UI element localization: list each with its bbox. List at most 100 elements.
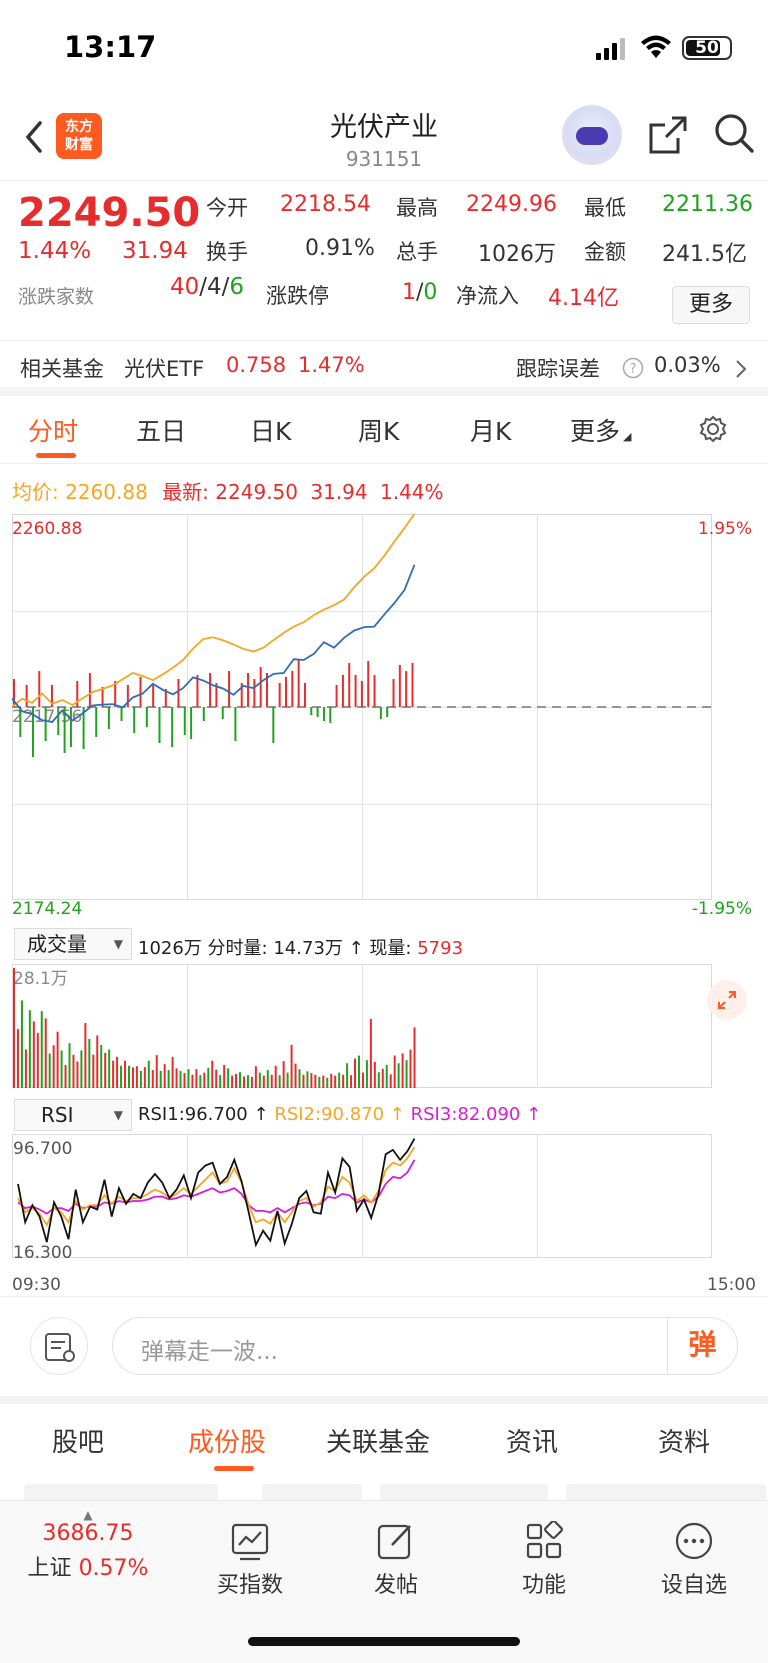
volume-bar — [314, 1074, 317, 1088]
price-axis-top: 2260.88 — [12, 519, 82, 539]
volume-bar — [215, 1069, 218, 1088]
volume-bar — [199, 1075, 202, 1088]
volume-bar — [286, 1072, 289, 1088]
volume-bar — [250, 1076, 253, 1088]
assistant-robot-icon[interactable] — [562, 105, 622, 165]
volume-bar — [385, 1064, 388, 1088]
volume-bar — [365, 1060, 368, 1088]
volume-bar — [48, 1053, 51, 1088]
volume-now-value: 5793 — [417, 938, 464, 959]
volume-bar — [104, 1052, 107, 1088]
danmaku-input[interactable]: 弹幕走一波... 弹 — [112, 1317, 738, 1375]
expand-icon[interactable] — [707, 980, 747, 1020]
volume-bar — [397, 1063, 400, 1088]
volume-bar — [258, 1072, 261, 1088]
indicator-select-rsi[interactable]: RSI ▼ — [14, 1099, 132, 1131]
volume-bar — [151, 1070, 154, 1088]
fund-price: 0.758 — [226, 353, 287, 377]
intraday-price-chart[interactable]: 2260.88 2217.56 2174.24 1.95% -1.95% — [12, 514, 756, 922]
volume-bar — [92, 1054, 95, 1088]
volume-bar — [112, 1060, 115, 1088]
volume-axis-max: 28.1万 — [13, 969, 68, 989]
volume-bar — [64, 1064, 67, 1088]
rsi-chart[interactable]: 96.700 16.300 09:30 15:00 — [12, 1134, 756, 1296]
share-icon[interactable] — [646, 113, 690, 157]
volume-bar — [175, 1068, 178, 1088]
volume-bar — [413, 1027, 416, 1088]
functions-button[interactable]: 功能 — [494, 1521, 594, 1599]
volume-bar — [354, 1058, 357, 1088]
volume-bar — [369, 1018, 372, 1088]
volume-bar — [179, 1070, 182, 1088]
avg-price-line — [12, 514, 416, 708]
volume-bar — [195, 1069, 198, 1088]
danmaku-toggle-button[interactable]: 弹 — [667, 1318, 737, 1374]
tab-monthly-k[interactable]: 月K — [470, 412, 511, 448]
price-lines — [12, 514, 416, 723]
volume-bar — [294, 1063, 297, 1088]
volume-bar — [167, 1070, 170, 1088]
volume-bar — [203, 1072, 206, 1088]
tab-five-day[interactable]: 五日 — [136, 412, 186, 448]
latest-pct: 1.44% — [380, 480, 444, 504]
post-button[interactable]: 发帖 — [346, 1521, 446, 1599]
tracking-value: 0.03% — [654, 353, 721, 377]
tab-daily-k[interactable]: 日K — [250, 412, 291, 448]
volume-bar — [171, 1056, 174, 1088]
limit-label: 涨跌停 — [266, 284, 329, 308]
period-tabs: 分时 五日 日K 周K 月K 更多 ◢ — [0, 396, 768, 464]
time-axis-start: 09:30 — [12, 1275, 61, 1295]
tab-guba[interactable]: 股吧 — [52, 1422, 104, 1459]
avg-value: 2260.88 — [65, 480, 148, 504]
volume-bar — [44, 1018, 47, 1088]
volume-bar — [143, 1067, 146, 1088]
volume-bar — [330, 1073, 333, 1088]
battery-level: 50 — [695, 38, 719, 58]
pct-axis-bottom: -1.95% — [692, 899, 752, 919]
content-tab-indicator — [214, 1466, 254, 1471]
volume-bar — [278, 1075, 281, 1088]
tab-related-funds[interactable]: 关联基金 — [326, 1422, 430, 1459]
more-button[interactable]: 更多 — [672, 286, 750, 324]
buy-index-button[interactable]: 买指数 — [200, 1521, 300, 1599]
tab-more[interactable]: 更多 ◢ — [570, 412, 631, 448]
tab-weekly-k[interactable]: 周K — [358, 412, 399, 448]
volume-bar — [235, 1073, 238, 1088]
amount-label: 金额 — [584, 240, 626, 264]
volume-bar — [338, 1072, 341, 1088]
volume-bar — [377, 1072, 380, 1088]
search-icon[interactable] — [712, 111, 756, 155]
turnover-label: 换手 — [206, 240, 248, 264]
tab-intraday[interactable]: 分时 — [28, 412, 78, 448]
high-label: 最高 — [396, 196, 438, 220]
related-fund-row[interactable]: 相关基金 光伏ETF 0.758 1.47% 跟踪误差 ? 0.03% — [0, 340, 768, 396]
open-value: 2218.54 — [280, 192, 371, 217]
tab-constituents[interactable]: 成份股 — [188, 1422, 266, 1459]
volume-header: 1026万 分时量: 14.73万 ↑ 现量: 5793 — [138, 938, 464, 959]
volume-chart[interactable]: 28.1万 — [12, 964, 756, 1094]
volume-bar — [393, 1055, 396, 1088]
volume-label: 总手 — [396, 240, 438, 264]
volume-bar — [389, 1074, 392, 1088]
rsi2-line — [17, 1146, 416, 1228]
comment-list-icon[interactable] — [30, 1317, 88, 1375]
tab-profile[interactable]: 资料 — [658, 1422, 710, 1459]
more-dots-icon — [675, 1522, 713, 1560]
settings-gear-icon[interactable] — [696, 412, 730, 446]
index-ticker[interactable]: ▲ 3686.75 上证 0.57% — [18, 1509, 158, 1582]
volume-bar — [56, 1031, 59, 1088]
volume-bar — [310, 1073, 313, 1088]
help-icon[interactable]: ? — [622, 357, 644, 379]
volume-bar — [223, 1064, 226, 1088]
current-price: 2249.50 — [18, 190, 201, 236]
rsi2-value: RSI2:90.870 — [274, 1104, 385, 1125]
volume-bar — [239, 1072, 242, 1088]
volume-bar — [227, 1068, 230, 1088]
indicator-select-volume[interactable]: 成交量 ▼ — [14, 928, 132, 960]
chevron-right-icon — [736, 360, 747, 378]
low-value: 2211.36 — [662, 192, 753, 217]
volume-bar — [306, 1071, 309, 1088]
low-label: 最低 — [584, 196, 626, 220]
add-watchlist-button[interactable]: 设自选 — [644, 1521, 744, 1599]
tab-news[interactable]: 资讯 — [506, 1422, 558, 1459]
